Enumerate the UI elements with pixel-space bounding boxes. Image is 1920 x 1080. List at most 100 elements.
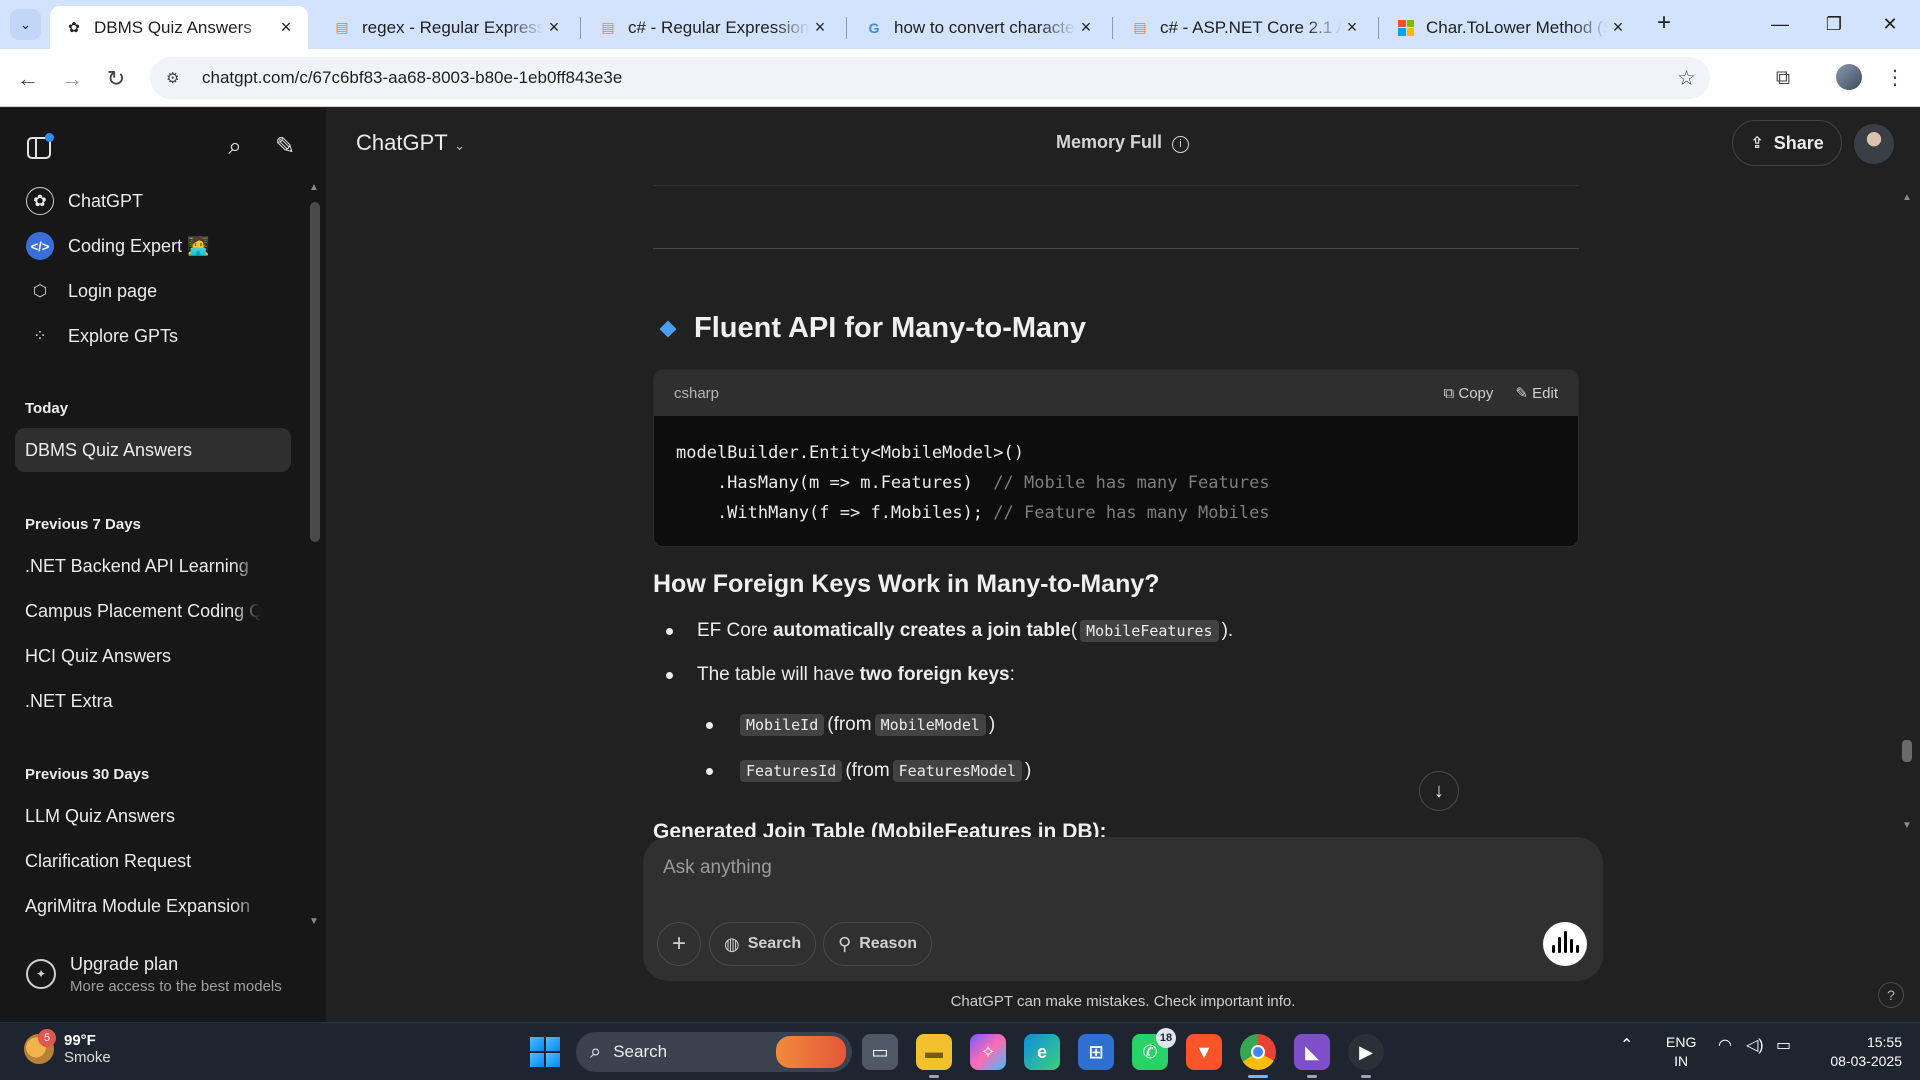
search-highlight-image xyxy=(776,1036,846,1068)
text: : xyxy=(1009,664,1015,685)
battery-icon[interactable]: ▭ xyxy=(1776,1035,1791,1055)
chat-item-campus-placement[interactable]: Campus Placement Coding Qs xyxy=(15,589,291,633)
tab-separator xyxy=(1112,17,1113,39)
cube-icon: ⬡ xyxy=(33,283,47,300)
visual-studio-icon[interactable]: ◣ xyxy=(1294,1034,1330,1078)
sidebar-gpt-login-page[interactable]: ⬡ Login page xyxy=(14,270,294,312)
restore-button[interactable]: ❐ xyxy=(1806,6,1862,42)
tab-title: how to convert characters xyxy=(894,17,1076,37)
tab-title: regex - Regular Expression xyxy=(362,17,544,37)
main-scrollbar[interactable] xyxy=(1902,740,1912,762)
chrome-icon[interactable] xyxy=(1240,1034,1276,1078)
new-tab-button[interactable]: + xyxy=(1650,10,1678,38)
file-explorer-icon[interactable]: ▬ xyxy=(916,1034,952,1078)
text: ) xyxy=(988,714,996,735)
plus-icon: + xyxy=(671,930,686,957)
sidebar-scroll-up-icon[interactable]: ▲ xyxy=(309,182,319,193)
text: ( xyxy=(1070,620,1078,641)
sidebar-explore-gpts[interactable]: ⁘ Explore GPTs xyxy=(14,315,294,357)
reason-button[interactable]: ⚲ Reason xyxy=(823,922,932,966)
microsoft-store-icon[interactable]: ⊞ xyxy=(1078,1034,1114,1070)
wifi-icon[interactable]: ◠ xyxy=(1718,1035,1732,1055)
chat-item-llm-quiz[interactable]: LLM Quiz Answers xyxy=(15,794,291,838)
sidebar-scroll-down-icon[interactable]: ▼ xyxy=(309,916,319,927)
tab-csharp-regex[interactable]: ▤ c# - Regular Expression val × xyxy=(584,6,842,49)
taskbar-search[interactable]: ⌕ Search xyxy=(576,1032,852,1072)
url-text[interactable]: chatgpt.com/c/67c6bf83-aa68-8003-b80e-1e… xyxy=(202,68,622,88)
omnibox[interactable]: ⚙ chatgpt.com/c/67c6bf83-aa68-8003-b80e-… xyxy=(150,57,1710,99)
chat-item-clarification[interactable]: Clarification Request xyxy=(15,839,291,883)
more-menu-icon[interactable]: ⋮ xyxy=(1880,63,1910,93)
tab-char-tolower[interactable]: Char.ToLower Method (Sys × xyxy=(1382,6,1640,49)
code-block: csharp ⧉ Copy ✎ Edit modelBuilder.Entity… xyxy=(653,369,1579,547)
scroll-to-bottom-button[interactable]: ↓ xyxy=(1419,771,1459,811)
weather-widget[interactable]: 5 99°F Smoke xyxy=(24,1029,111,1066)
chat-sidebar: ⌕ ✎ ✿ ChatGPT </> Coding Expert 🧑‍💻 ⬡ Lo… xyxy=(0,108,326,1022)
forward-button[interactable]: → xyxy=(56,63,88,95)
edit-label: Edit xyxy=(1532,385,1558,402)
system-clock[interactable]: 15:55 08-03-2025 xyxy=(1812,1033,1902,1071)
sidebar-gpt-chatgpt[interactable]: ✿ ChatGPT xyxy=(14,180,294,222)
code-line: .HasMany(m => m.Features) // Mobile has … xyxy=(676,468,1556,498)
voice-mode-button[interactable] xyxy=(1543,922,1587,966)
composer[interactable]: Ask anything + ◍ Search ⚲ Reason xyxy=(643,837,1603,981)
language-indicator[interactable]: ENG IN xyxy=(1666,1033,1696,1071)
site-info-icon[interactable]: ⚙ xyxy=(166,69,188,87)
edit-code-button[interactable]: ✎ Edit xyxy=(1515,384,1558,402)
profile-avatar[interactable] xyxy=(1836,64,1862,90)
main-scroll-down-icon[interactable]: ▼ xyxy=(1902,820,1912,831)
minimize-button[interactable]: — xyxy=(1752,6,1808,42)
copy-code-button[interactable]: ⧉ Copy xyxy=(1443,385,1493,402)
close-icon[interactable]: × xyxy=(544,17,564,38)
region-code: IN xyxy=(1674,1053,1689,1069)
task-view-icon[interactable]: ▭ xyxy=(862,1034,898,1070)
heading-text: Fluent API for Many-to-Many xyxy=(694,312,1087,344)
copilot-icon[interactable]: ✧ xyxy=(970,1034,1006,1070)
text: The table will have xyxy=(697,664,855,685)
close-icon[interactable]: × xyxy=(1076,17,1096,38)
extensions-icon[interactable]: ⧉ xyxy=(1768,63,1798,93)
tab-google-convert[interactable]: G how to convert characters × xyxy=(850,6,1108,49)
google-icon: G xyxy=(868,19,880,36)
new-chat-icon[interactable]: ✎ xyxy=(268,130,302,164)
tab-regex[interactable]: ▤ regex - Regular Expression × xyxy=(318,6,576,49)
sidebar-gpt-coding-expert[interactable]: </> Coding Expert 🧑‍💻 xyxy=(14,225,294,267)
close-icon[interactable]: × xyxy=(810,17,830,38)
composer-placeholder[interactable]: Ask anything xyxy=(663,857,772,879)
close-icon[interactable]: × xyxy=(276,17,296,38)
chat-item-dotnet-extra[interactable]: .NET Extra xyxy=(15,679,291,723)
toggle-sidebar-icon[interactable] xyxy=(22,130,56,164)
brave-icon[interactable]: ▼ xyxy=(1186,1034,1222,1070)
close-window-button[interactable]: ✕ xyxy=(1862,6,1918,42)
attach-button[interactable]: + xyxy=(657,922,701,966)
close-icon[interactable]: × xyxy=(1342,17,1362,38)
sidebar-scrollbar[interactable] xyxy=(310,202,320,542)
main-scroll-up-icon[interactable]: ▲ xyxy=(1902,192,1912,203)
close-icon[interactable]: × xyxy=(1608,17,1628,38)
tab-title: c# - ASP.NET Core 2.1 Attri xyxy=(1160,17,1342,37)
search-icon[interactable]: ⌕ xyxy=(218,130,252,164)
inline-code: MobileModel xyxy=(874,714,986,736)
tab-search-menu-button[interactable]: ⌄ xyxy=(10,9,41,40)
upgrade-plan-button[interactable]: ✦ Upgrade plan More access to the best m… xyxy=(14,944,304,1004)
edge-icon[interactable]: e xyxy=(1024,1034,1060,1070)
chat-item-dotnet-backend[interactable]: .NET Backend API Learning xyxy=(15,544,291,588)
volume-icon[interactable]: ◁) xyxy=(1746,1035,1764,1055)
media-player-icon[interactable]: ▶ xyxy=(1348,1034,1384,1078)
tab-aspnet-core[interactable]: ▤ c# - ASP.NET Core 2.1 Attri × xyxy=(1116,6,1374,49)
show-hidden-icons-chevron-up-icon[interactable]: ⌃ xyxy=(1620,1035,1633,1055)
reload-button[interactable]: ↻ xyxy=(100,63,132,95)
text: ). xyxy=(1221,620,1234,641)
tab-dbms-quiz-answers[interactable]: ✿ DBMS Quiz Answers × xyxy=(50,6,308,49)
bookmark-star-icon[interactable]: ☆ xyxy=(1677,66,1696,91)
chat-item-dbms-quiz-answers[interactable]: DBMS Quiz Answers xyxy=(15,428,291,472)
back-button[interactable]: ← xyxy=(12,63,44,95)
chat-item-hci-quiz[interactable]: HCI Quiz Answers xyxy=(15,634,291,678)
whatsapp-icon[interactable]: ✆ 18 xyxy=(1132,1028,1176,1070)
chat-item-agrimitra[interactable]: AgriMitra Module Expansion xyxy=(15,884,291,928)
help-button[interactable]: ? xyxy=(1878,982,1904,1008)
list-item: MobileId (from MobileModel) xyxy=(706,714,995,736)
search-button[interactable]: ◍ Search xyxy=(709,922,817,966)
stackoverflow-icon: ▤ xyxy=(1133,19,1147,35)
start-button[interactable] xyxy=(530,1037,560,1067)
